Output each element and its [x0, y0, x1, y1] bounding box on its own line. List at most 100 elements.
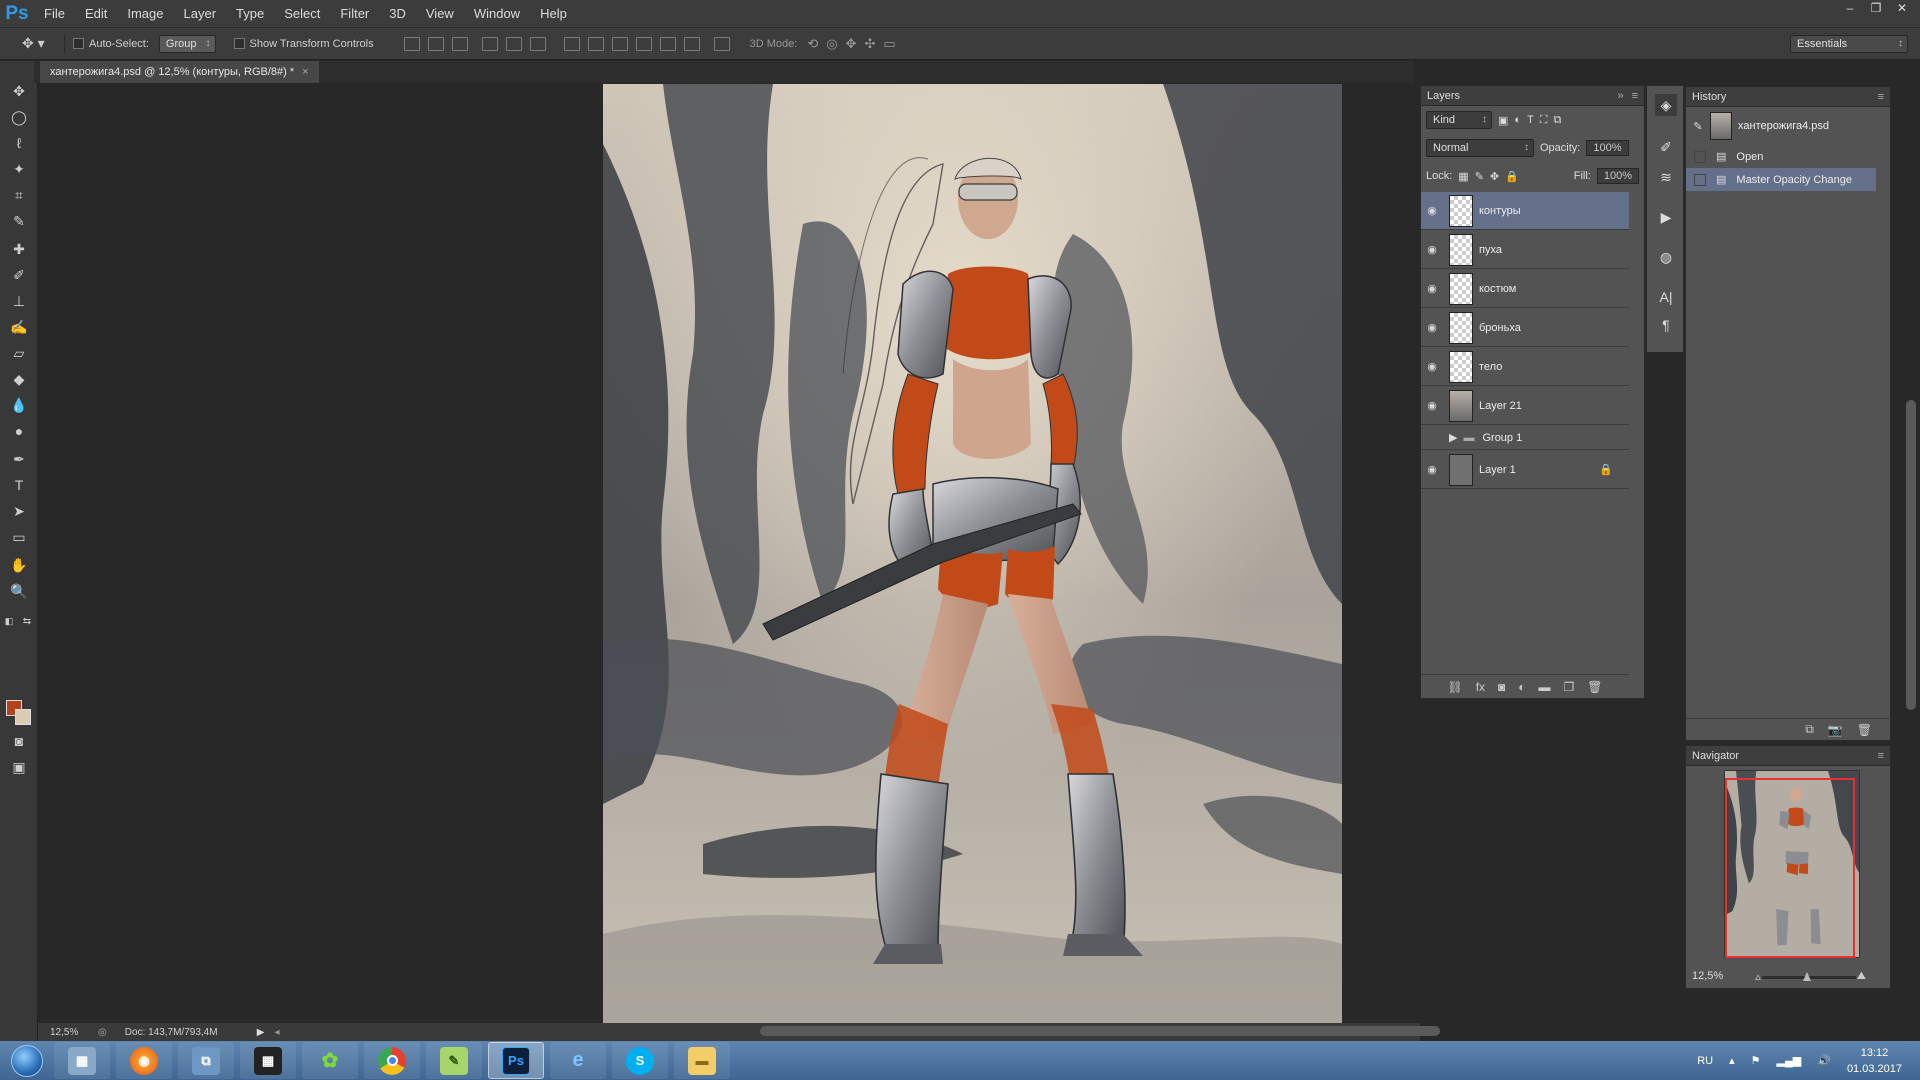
delete-layer-trash-icon[interactable]: 🗑	[1587, 680, 1602, 694]
network-signal-icon[interactable]: ▂▄▆	[1777, 1054, 1802, 1067]
blend-mode-dropdown[interactable]: Normal	[1426, 139, 1534, 157]
right-panel-scrollbar[interactable]	[1906, 400, 1916, 710]
screen-mode-icon[interactable]: ▣	[9, 757, 29, 777]
layers-panel-icon[interactable]: ◈	[1655, 94, 1677, 116]
distribute-right-icon[interactable]	[683, 36, 700, 51]
menu-type[interactable]: Type	[226, 0, 274, 27]
magic-wand-tool-icon[interactable]: ✦	[9, 159, 29, 179]
link-layers-icon[interactable]: ⛓	[1447, 680, 1462, 694]
taskbar-skype[interactable]: S	[612, 1042, 668, 1079]
show-hidden-icons-icon[interactable]: ▴	[1729, 1054, 1735, 1067]
zoom-level-field[interactable]: 12,5%	[50, 1027, 94, 1038]
status-menu-arrow-icon[interactable]: ▶	[257, 1027, 265, 1038]
3d-mode-icons[interactable]: ⟲◎✥✣▭	[807, 36, 903, 52]
taskbar-explorer[interactable]: ▬	[674, 1042, 730, 1079]
minimize-button[interactable]: –	[1840, 0, 1860, 16]
swap-colors-icon[interactable]: ⇆	[21, 615, 33, 627]
panel-menu-icon[interactable]: ≡	[1878, 750, 1884, 762]
distribute-bottom-icon[interactable]	[611, 36, 628, 51]
menu-filter[interactable]: Filter	[330, 0, 379, 27]
workspace-dropdown[interactable]: Essentials	[1790, 34, 1908, 53]
align-left-icon[interactable]	[481, 36, 498, 51]
history-snapshot[interactable]: ✎ хантерожига4.psd	[1686, 109, 1876, 143]
taskbar-icq[interactable]: ✿	[302, 1042, 358, 1079]
zoom-out-mountain-icon[interactable]: ▵	[1755, 970, 1761, 983]
visibility-eye-icon[interactable]: ◉	[1421, 360, 1443, 373]
taskbar-notepad[interactable]: ✎	[426, 1042, 482, 1079]
history-brush-tool-icon[interactable]: ✍	[9, 317, 29, 337]
layer-row[interactable]: ◉ Layer 1 🔒	[1421, 451, 1629, 489]
actions-play-icon[interactable]: ▶	[1655, 206, 1677, 228]
taskbar-media[interactable]: ▦	[240, 1042, 296, 1079]
history-state-active[interactable]: ▤ Master Opacity Change	[1686, 168, 1876, 191]
pen-tool-icon[interactable]: ✒	[9, 449, 29, 469]
opacity-field[interactable]: 100%	[1586, 140, 1629, 156]
align-right-icon[interactable]	[529, 36, 546, 51]
distribute-left-icon[interactable]	[635, 36, 652, 51]
fill-field[interactable]: 100%	[1596, 168, 1639, 184]
taskbar-network[interactable]: ⧉	[178, 1042, 234, 1079]
navigator-tab[interactable]: Navigator	[1692, 750, 1739, 762]
history-source-box[interactable]	[1694, 173, 1706, 186]
paint-bucket-tool-icon[interactable]: ◆	[9, 369, 29, 389]
auto-select-dropdown[interactable]: Group	[158, 34, 216, 53]
visibility-eye-icon[interactable]: ◉	[1421, 399, 1443, 412]
layer-group-row[interactable]: ▶ ▬ Group 1	[1421, 426, 1629, 450]
panel-collapse-icon[interactable]: »	[1617, 90, 1623, 102]
visibility-eye-icon[interactable]: ◉	[1421, 282, 1443, 295]
type-tool-icon[interactable]: T	[9, 475, 29, 495]
character-panel-icon[interactable]: A|	[1655, 286, 1677, 308]
paragraph-panel-icon[interactable]: ¶	[1655, 314, 1677, 336]
align-hcenter-icon[interactable]	[505, 36, 522, 51]
distribute-top-icon[interactable]	[563, 36, 580, 51]
adjustment-layer-icon[interactable]: ◐	[1518, 680, 1525, 694]
clone-stamp-tool-icon[interactable]: ⊥	[9, 291, 29, 311]
menu-3d[interactable]: 3D	[379, 0, 416, 27]
document-canvas[interactable]	[603, 84, 1342, 1023]
layer-filter-dropdown[interactable]: Kind	[1426, 111, 1492, 129]
distribute-vcenter-icon[interactable]	[587, 36, 604, 51]
color-wheel-icon[interactable]: ◍	[1655, 246, 1677, 268]
delete-state-trash-icon[interactable]: 🗑	[1857, 723, 1872, 737]
auto-select-checkbox[interactable]	[73, 38, 84, 49]
horizontal-scrollbar[interactable]	[760, 1026, 1440, 1036]
path-selection-tool-icon[interactable]: ➤	[9, 501, 29, 521]
brush-presets-icon[interactable]: ✐	[1655, 136, 1677, 158]
background-color-swatch[interactable]	[15, 709, 31, 725]
new-layer-icon[interactable]: ❐	[1563, 680, 1574, 694]
filter-type-icon[interactable]: T	[1527, 114, 1534, 126]
history-brush-source-icon[interactable]: ✎	[1686, 120, 1710, 133]
scroll-left-icon[interactable]: ◂	[274, 1027, 279, 1038]
add-mask-icon[interactable]: ◙	[1498, 680, 1505, 694]
taskbar-chrome[interactable]	[364, 1042, 420, 1079]
crop-tool-icon[interactable]: ⌗	[9, 185, 29, 205]
taskbar-firefox[interactable]: ◉	[116, 1042, 172, 1079]
dodge-tool-icon[interactable]: ●	[9, 421, 29, 441]
align-bottom-icon[interactable]	[451, 36, 468, 51]
new-group-folder-icon[interactable]: ▬	[1539, 680, 1551, 694]
eyedropper-tool-icon[interactable]: ✎	[9, 211, 29, 231]
menu-file[interactable]: File	[34, 0, 75, 27]
panel-menu-icon[interactable]: ≡	[1632, 90, 1638, 102]
close-tab-icon[interactable]: ×	[302, 61, 308, 83]
visibility-eye-icon[interactable]: ◉	[1421, 463, 1443, 476]
history-tab[interactable]: History	[1692, 91, 1726, 103]
marquee-tool-icon[interactable]: ◯	[9, 107, 29, 127]
filter-pixel-icon[interactable]: ▣	[1498, 114, 1508, 127]
auto-align-icon[interactable]	[713, 36, 730, 51]
visibility-eye-icon[interactable]: ◉	[1421, 243, 1443, 256]
history-source-box[interactable]	[1694, 150, 1706, 163]
lock-all-icon[interactable]: 🔒	[1505, 170, 1519, 183]
hand-tool-icon[interactable]: ✋	[9, 555, 29, 575]
language-indicator[interactable]: RU	[1697, 1055, 1713, 1067]
lock-pixels-icon[interactable]: ✎	[1475, 170, 1484, 183]
healing-brush-tool-icon[interactable]: ✚	[9, 239, 29, 259]
filter-adjustment-icon[interactable]: ◐	[1514, 114, 1521, 126]
lock-position-icon[interactable]: ✥	[1490, 170, 1499, 183]
menu-layer[interactable]: Layer	[174, 0, 227, 27]
start-button[interactable]	[0, 1041, 54, 1080]
taskbar-calculator[interactable]: ▦	[54, 1042, 110, 1079]
brush-panel-icon[interactable]: ≋	[1655, 166, 1677, 188]
visibility-eye-icon[interactable]: ◉	[1421, 204, 1443, 217]
lock-transparency-icon[interactable]: ▦	[1458, 170, 1468, 183]
